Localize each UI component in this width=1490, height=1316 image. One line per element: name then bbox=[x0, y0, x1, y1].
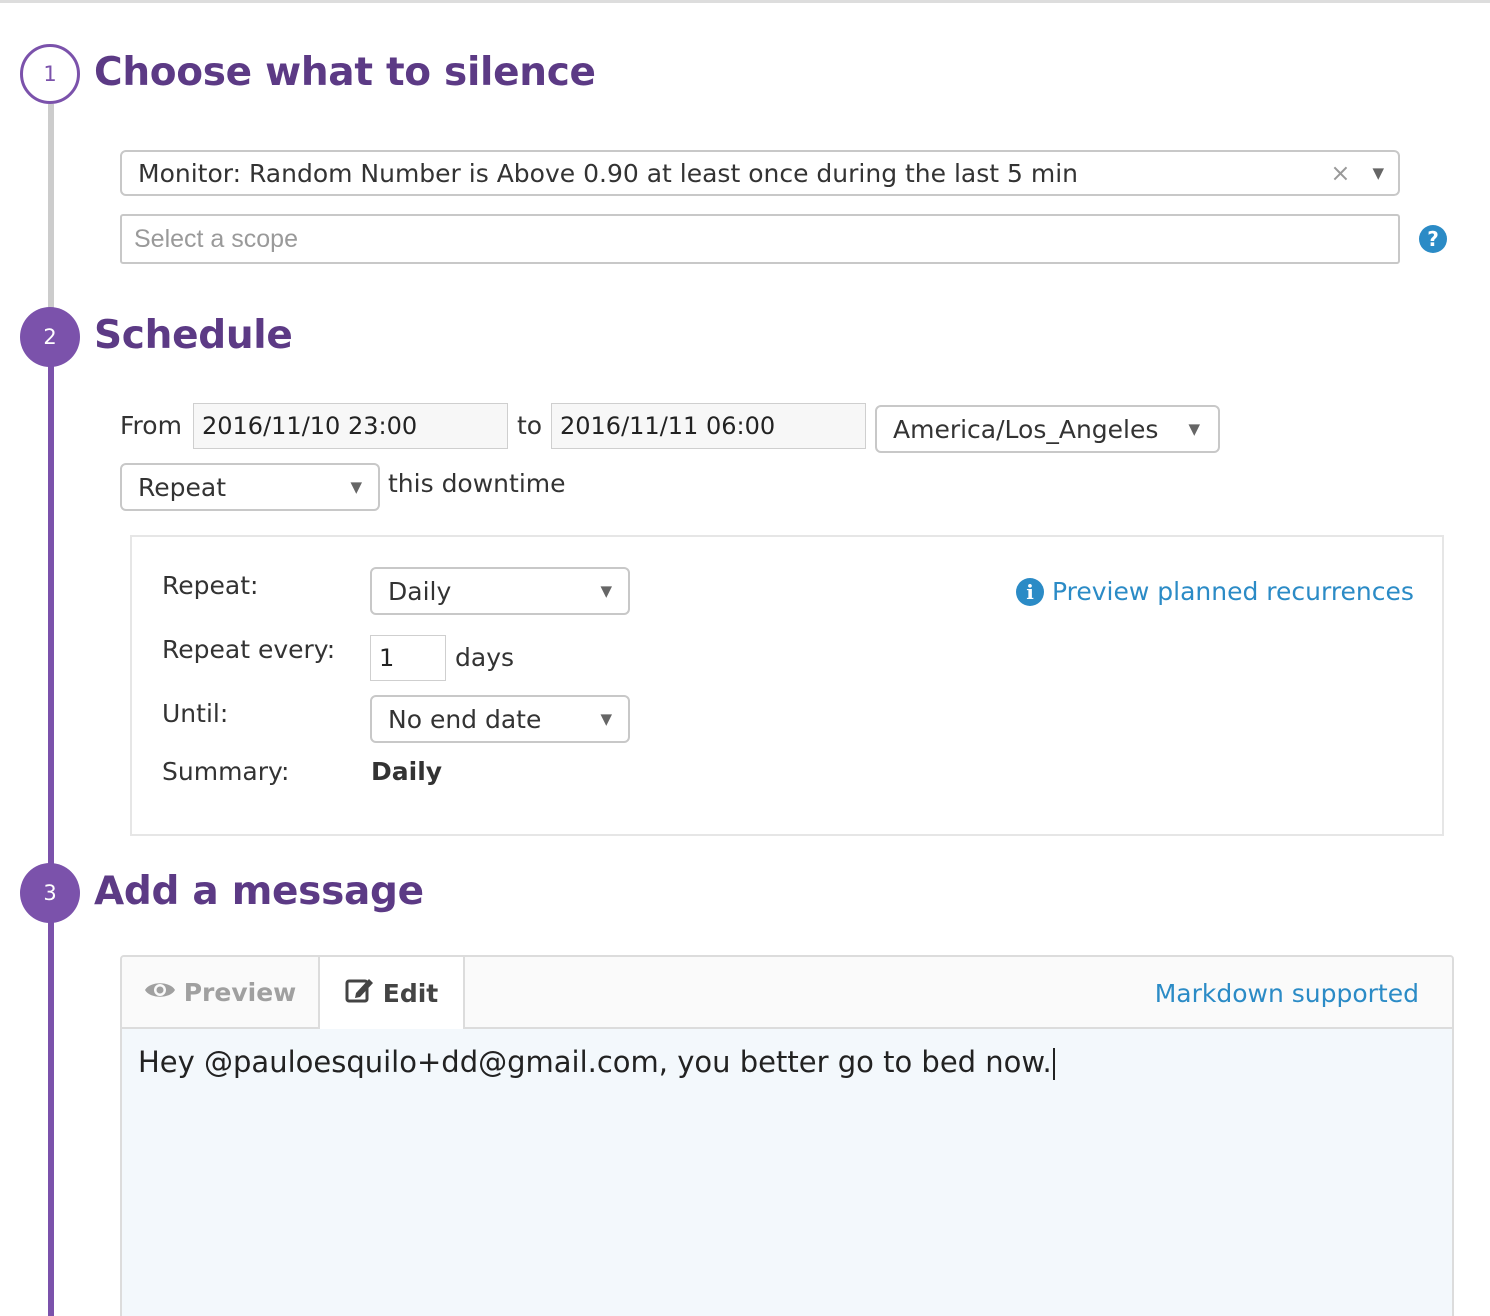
repeat-mode-select[interactable]: Repeat ▼ bbox=[120, 463, 380, 511]
step-2-title: Schedule bbox=[94, 313, 293, 358]
chevron-down-icon: ▼ bbox=[1372, 164, 1384, 182]
chevron-down-icon: ▼ bbox=[1188, 420, 1200, 438]
from-datetime-input[interactable] bbox=[193, 403, 508, 449]
timeline-connector-active bbox=[48, 366, 54, 1316]
editor-tab-bar: Preview Edit Markdown supported bbox=[122, 957, 1452, 1029]
preview-recurrences-link[interactable]: i Preview planned recurrences bbox=[1016, 577, 1414, 606]
tab-preview[interactable]: Preview bbox=[122, 957, 320, 1027]
step-3-title: Add a message bbox=[94, 869, 424, 914]
message-textarea[interactable]: Hey @pauloesquilo+dd@gmail.com, you bett… bbox=[138, 1045, 1055, 1080]
top-divider bbox=[0, 0, 1490, 3]
timezone-select-value: America/Los_Angeles bbox=[893, 414, 1159, 444]
help-icon[interactable]: ? bbox=[1419, 225, 1447, 253]
info-icon: i bbox=[1016, 577, 1044, 606]
monitor-select[interactable]: Monitor: Random Number is Above 0.90 at … bbox=[120, 150, 1400, 196]
until-label: Until: bbox=[162, 699, 229, 728]
eye-icon bbox=[144, 978, 184, 1007]
repeat-every-input[interactable] bbox=[370, 635, 446, 681]
repeat-mode-value: Repeat bbox=[138, 472, 227, 502]
tab-preview-label: Preview bbox=[183, 977, 297, 1007]
clear-selection-icon[interactable]: × bbox=[1330, 159, 1350, 187]
scope-input[interactable] bbox=[120, 214, 1400, 264]
monitor-select-value: Monitor: Random Number is Above 0.90 at … bbox=[138, 158, 1079, 188]
tab-edit-label: Edit bbox=[382, 978, 439, 1008]
repeat-frequency-select[interactable]: Daily ▼ bbox=[370, 567, 630, 615]
chevron-down-icon: ▼ bbox=[350, 478, 362, 496]
repeat-frequency-value: Daily bbox=[388, 576, 452, 606]
preview-recurrences-label: Preview planned recurrences bbox=[1052, 577, 1414, 606]
step-2-badge: 2 bbox=[20, 307, 80, 367]
from-label: From bbox=[120, 411, 182, 440]
message-editor: Preview Edit Markdown supported Hey @pau… bbox=[120, 955, 1454, 1316]
repeat-suffix-label: this downtime bbox=[388, 469, 566, 498]
message-text: Hey @pauloesquilo+dd@gmail.com, you bett… bbox=[138, 1045, 1052, 1079]
markdown-supported-link[interactable]: Markdown supported bbox=[1155, 979, 1419, 1008]
timeline-connector-inactive bbox=[48, 104, 54, 310]
text-cursor bbox=[1052, 1048, 1055, 1080]
chevron-down-icon: ▼ bbox=[600, 710, 612, 728]
timezone-select[interactable]: America/Los_Angeles ▼ bbox=[875, 405, 1220, 453]
step-1-badge: 1 bbox=[20, 44, 80, 104]
repeat-every-label: Repeat every: bbox=[162, 635, 336, 664]
repeat-every-unit: days bbox=[455, 643, 515, 672]
edit-icon bbox=[345, 976, 383, 1010]
until-select-value: No end date bbox=[388, 704, 542, 734]
chevron-down-icon: ▼ bbox=[600, 582, 612, 600]
to-datetime-input[interactable] bbox=[551, 403, 866, 449]
repeat-label: Repeat: bbox=[162, 571, 259, 600]
until-select[interactable]: No end date ▼ bbox=[370, 695, 630, 743]
to-label: to bbox=[517, 411, 543, 440]
step-1-title: Choose what to silence bbox=[94, 50, 596, 95]
step-3-badge: 3 bbox=[20, 863, 80, 923]
tab-edit[interactable]: Edit bbox=[320, 957, 465, 1029]
summary-label: Summary: bbox=[162, 757, 290, 786]
summary-value: Daily bbox=[371, 757, 443, 786]
